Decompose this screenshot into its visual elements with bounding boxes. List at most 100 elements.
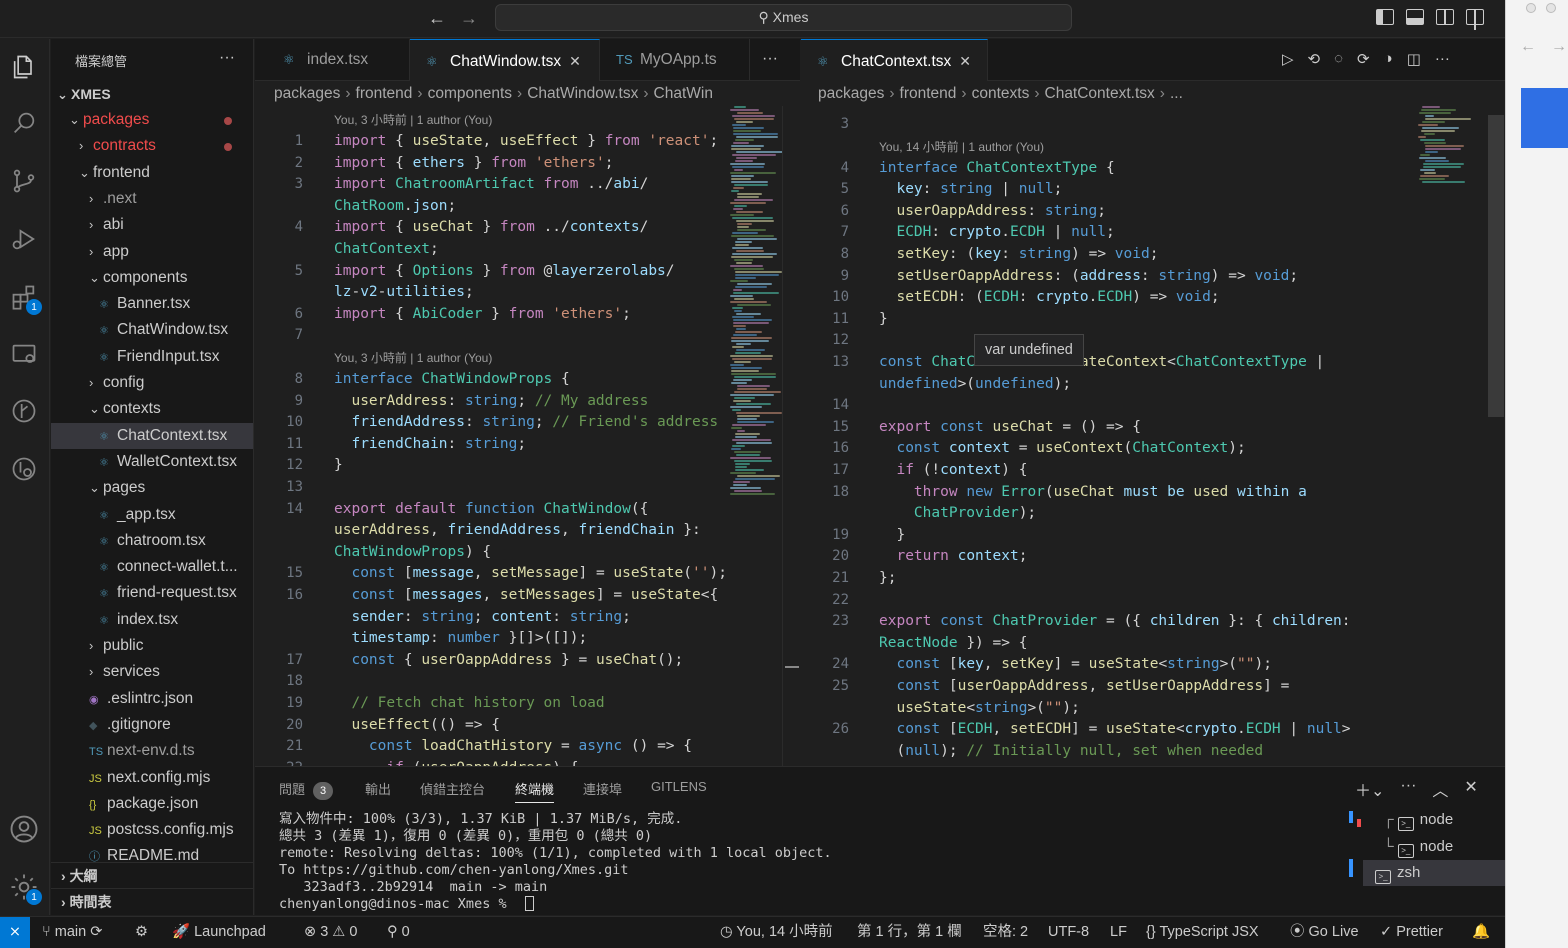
code-line[interactable]: import { AbiCoder } from 'ethers'; xyxy=(334,303,631,325)
code-line[interactable]: } xyxy=(879,524,905,546)
breadcrumb-item[interactable]: ChatContext.tsx xyxy=(1045,85,1155,102)
go-live-button[interactable]: ⦿ Go Live xyxy=(1290,917,1359,947)
breadcrumb-item[interactable]: ... xyxy=(1170,85,1183,102)
tree-item[interactable]: ◆ .gitignore xyxy=(51,712,253,738)
branch-indicator[interactable]: ⑂ main ⟳ xyxy=(42,917,102,947)
end-of-line[interactable]: LF xyxy=(1110,917,1127,947)
code-line[interactable]: userAddress: string; // My address xyxy=(334,390,648,412)
code-line[interactable]: friendAddress: string; // Friend's addre… xyxy=(334,411,718,433)
code-line[interactable]: undefined>(undefined); xyxy=(879,373,1071,395)
workspace-root[interactable]: ⌄ XMES xyxy=(51,81,253,107)
tree-item[interactable]: ⚛ ChatContext.tsx xyxy=(51,422,253,449)
git-graph-icon[interactable] xyxy=(8,395,40,427)
tree-item[interactable]: ⚛ _app.tsx xyxy=(51,502,253,528)
code-line[interactable]: key: string | null; xyxy=(879,178,1062,200)
more-actions-icon[interactable]: ··· xyxy=(1435,50,1450,68)
gitlens-compare-icon[interactable]: ◑ xyxy=(1384,50,1393,68)
code-line[interactable]: lz-v2-utilities; xyxy=(334,281,474,303)
tree-item[interactable]: ⌄ packages xyxy=(51,107,253,133)
tree-item[interactable]: ⌄ frontend xyxy=(51,160,253,186)
code-line[interactable]: sender: string; content: string; xyxy=(334,606,630,628)
terminal-instance[interactable]: >_ zsh xyxy=(1363,860,1505,886)
tree-item[interactable]: ⚛ chatroom.tsx xyxy=(51,528,253,554)
code-line[interactable]: ChatProvider); xyxy=(879,502,1036,524)
tree-item[interactable]: › abi xyxy=(51,212,253,238)
right-minimap[interactable] xyxy=(1418,106,1474,536)
breadcrumb-item[interactable]: frontend xyxy=(356,85,413,102)
tree-item[interactable]: ⚛ ChatWindow.tsx xyxy=(51,317,253,343)
code-line[interactable]: } xyxy=(879,308,888,330)
settings-gear-icon[interactable]: 1 xyxy=(8,871,42,905)
language-mode[interactable]: {} TypeScript JSX xyxy=(1146,917,1259,947)
code-line[interactable]: setUserOappAddress: (address: string) =>… xyxy=(879,265,1298,287)
toggle-primary-sidebar-icon[interactable] xyxy=(1376,9,1394,25)
code-line[interactable]: } xyxy=(334,454,343,476)
breadcrumb-item[interactable]: components xyxy=(428,85,512,102)
code-line[interactable]: const [key, setKey] = useState<string>("… xyxy=(879,653,1272,675)
code-line[interactable]: return context; xyxy=(879,545,1027,567)
code-line[interactable]: useEffect(() => { xyxy=(334,714,499,736)
code-line[interactable]: const { userOappAddress } = useChat(); xyxy=(334,649,683,671)
more-actions-icon[interactable]: ··· xyxy=(219,49,235,67)
tree-item[interactable]: JS postcss.config.mjs xyxy=(51,817,253,843)
blame-indicator[interactable]: ◷ You, 14 小時前 xyxy=(720,917,833,947)
extensions-icon[interactable]: 1 xyxy=(8,281,42,315)
tree-item[interactable]: JS next.config.mjs xyxy=(51,765,253,791)
tree-item[interactable]: ⚛ WalletContext.tsx xyxy=(51,449,253,475)
run-debug-icon[interactable] xyxy=(8,223,40,255)
code-line[interactable]: import { ethers } from 'ethers'; xyxy=(334,152,613,174)
code-line[interactable]: if (!context) { xyxy=(879,459,1027,481)
maximize-panel-icon[interactable]: ︿ xyxy=(1432,777,1448,801)
tree-item[interactable]: ⌄ components xyxy=(51,265,253,291)
cursor-position[interactable]: 第 1 行，第 1 欄 xyxy=(857,917,962,947)
breadcrumb-item[interactable]: contexts xyxy=(972,85,1030,102)
forward-arrow-icon[interactable]: → xyxy=(460,8,478,29)
editor-tab[interactable]: ⚛ index.tsx xyxy=(267,39,410,81)
code-line[interactable]: ECDH: crypto.ECDH | null; xyxy=(879,221,1114,243)
notifications-bell-icon[interactable]: 🔔 xyxy=(1472,917,1490,947)
code-line[interactable]: const [message, setMessage] = useState('… xyxy=(334,562,726,584)
explorer-icon[interactable] xyxy=(8,51,40,83)
code-line[interactable]: if (userOappAddress) { xyxy=(334,757,578,766)
timeline-section[interactable]: › 時間表 xyxy=(51,888,253,914)
code-line[interactable]: interface ChatContextType { xyxy=(879,157,1115,179)
tree-item[interactable]: ⌄ contexts xyxy=(51,396,253,422)
editor-tab[interactable]: ⚛ ChatWindow.tsx ✕ xyxy=(410,39,600,81)
code-line[interactable]: interface ChatWindowProps { xyxy=(334,368,570,390)
tree-item[interactable]: ⚛ connect-wallet.t... xyxy=(51,554,253,580)
tree-item[interactable]: › .next xyxy=(51,186,253,212)
browser-forward-icon[interactable]: → xyxy=(1551,38,1567,56)
gitlens-icon[interactable] xyxy=(8,453,40,485)
code-line[interactable]: throw new Error(useChat must be used wit… xyxy=(879,481,1307,503)
code-line[interactable]: const ChatContext = createContext<ChatCo… xyxy=(879,351,1324,373)
code-line[interactable]: ReactNode }) => { xyxy=(879,632,1027,654)
tree-item[interactable]: › services xyxy=(51,659,253,685)
code-line[interactable]: import { Options } from @layerzerolabs/ xyxy=(334,260,675,282)
code-line[interactable]: userOappAddress: string; xyxy=(879,200,1106,222)
tree-item[interactable]: ⌄ pages xyxy=(51,475,253,501)
code-line[interactable]: }; xyxy=(879,567,896,589)
panel-tab[interactable]: 偵錯主控台 xyxy=(420,779,485,798)
more-tabs-icon[interactable]: ··· xyxy=(762,50,778,68)
left-scrollbar[interactable] xyxy=(782,106,800,766)
terminal-instance[interactable]: └ >_ node xyxy=(1363,834,1505,860)
code-line[interactable]: ChatWindowProps) { xyxy=(334,541,491,563)
code-line[interactable]: timestamp: number }[]>([]); xyxy=(334,627,587,649)
toggle-panel-icon[interactable] xyxy=(1406,9,1424,25)
left-minimap[interactable] xyxy=(730,106,786,536)
code-line[interactable]: friendChain: string; xyxy=(334,433,526,455)
panel-tab[interactable]: 連接埠 xyxy=(583,779,622,798)
tree-item[interactable]: › app xyxy=(51,239,253,265)
new-terminal-icon[interactable]: ＋⌄ xyxy=(1355,777,1384,801)
code-line[interactable]: export const useChat = () => { xyxy=(879,416,1141,438)
code-line[interactable]: setKey: (key: string) => void; xyxy=(879,243,1158,265)
back-arrow-icon[interactable]: ← xyxy=(428,8,446,29)
tree-item[interactable]: TS next-env.d.ts xyxy=(51,738,253,764)
remote-indicator-icon[interactable]: ⨯ xyxy=(0,917,30,948)
timeline-icon[interactable]: ◌ xyxy=(1334,50,1343,68)
search-icon[interactable] xyxy=(8,107,40,139)
indentation[interactable]: 空格: 2 xyxy=(983,917,1028,947)
command-center-search[interactable]: ⚲ Xmes xyxy=(495,4,1072,31)
ports-indicator[interactable]: ⚲ 0 xyxy=(387,917,410,947)
split-editor-icon[interactable]: ◫ xyxy=(1407,50,1421,68)
